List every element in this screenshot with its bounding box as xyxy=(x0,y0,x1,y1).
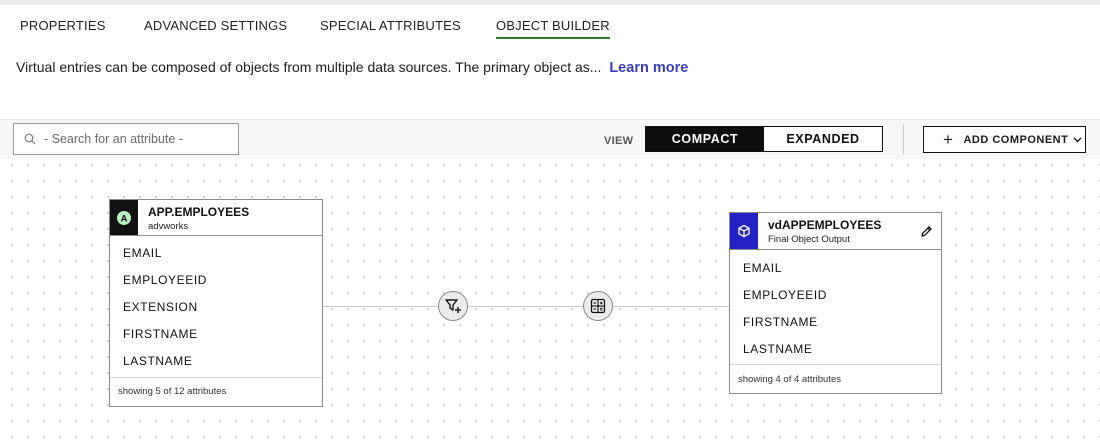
view-compact-button[interactable]: COMPACT xyxy=(646,127,764,151)
output-card-header: vdAPPEMPLOYEES Final Object Output xyxy=(730,213,941,250)
attribute-row[interactable]: EMAIL xyxy=(730,254,941,281)
source-badge: A xyxy=(110,200,138,235)
source-card-header: A APP.EMPLOYEES advworks xyxy=(110,200,322,236)
output-subtitle: Final Object Output xyxy=(768,234,850,245)
edit-button[interactable] xyxy=(911,213,941,249)
attribute-row[interactable]: EXTENSION xyxy=(110,293,322,320)
source-title: APP.EMPLOYEES xyxy=(148,205,250,219)
add-component-button[interactable]: + ADD COMPONENT xyxy=(923,126,1086,153)
source-badge-letter: A xyxy=(121,213,128,224)
connector-line xyxy=(613,306,729,307)
chevron-down-icon xyxy=(1073,137,1082,142)
attribute-row[interactable]: FIRSTNAME xyxy=(110,320,322,347)
attribute-row[interactable]: LASTNAME xyxy=(730,335,941,362)
attribute-row[interactable]: LASTNAME xyxy=(110,347,322,374)
attribute-row[interactable]: EMAIL xyxy=(110,239,322,266)
info-text: Virtual entries can be composed of objec… xyxy=(16,59,602,75)
search-icon xyxy=(24,133,36,145)
output-card-titles: vdAPPEMPLOYEES Final Object Output xyxy=(758,213,911,249)
tab-properties[interactable]: PROPERTIES xyxy=(20,18,106,33)
connector-line xyxy=(323,306,438,307)
plus-icon: + xyxy=(943,130,954,149)
tab-object-builder[interactable]: OBJECT BUILDER xyxy=(496,18,610,39)
tab-advanced-settings[interactable]: ADVANCED SETTINGS xyxy=(144,18,287,33)
info-description: Virtual entries can be composed of objec… xyxy=(16,59,688,76)
cube-icon xyxy=(738,224,750,238)
tab-special-attributes[interactable]: SPECIAL ATTRIBUTES xyxy=(320,18,461,33)
compute-node[interactable] xyxy=(583,291,613,321)
view-expanded-button[interactable]: EXPANDED xyxy=(764,127,882,151)
output-badge xyxy=(730,213,758,249)
attribute-row[interactable]: EMPLOYEEID xyxy=(730,281,941,308)
filter-node[interactable] xyxy=(438,291,468,321)
output-title: vdAPPEMPLOYEES xyxy=(768,218,882,232)
toolbar-divider xyxy=(903,124,904,154)
source-card-footer: showing 5 of 12 attributes xyxy=(110,377,322,405)
add-component-label: ADD COMPONENT xyxy=(963,133,1069,146)
calculator-icon xyxy=(590,298,606,314)
connector-line xyxy=(468,306,583,307)
source-card-titles: APP.EMPLOYEES advworks xyxy=(138,200,249,235)
view-toggle: COMPACT EXPANDED xyxy=(645,126,883,152)
learn-more-link[interactable]: Learn more xyxy=(609,60,688,76)
view-label: VIEW xyxy=(604,135,634,147)
attribute-row[interactable]: FIRSTNAME xyxy=(730,308,941,335)
top-strip xyxy=(0,0,1100,5)
source-subtitle: advworks xyxy=(148,221,189,232)
source-attribute-list: EMAIL EMPLOYEEID EXTENSION FIRSTNAME LAS… xyxy=(110,236,322,377)
output-attribute-list: EMAIL EMPLOYEEID FIRSTNAME LASTNAME xyxy=(730,250,941,364)
filter-add-icon xyxy=(445,299,461,313)
output-object-card[interactable]: vdAPPEMPLOYEES Final Object Output EMAIL… xyxy=(729,212,942,394)
pencil-icon xyxy=(920,225,932,237)
source-object-card[interactable]: A APP.EMPLOYEES advworks EMAIL EMPLOYEEI… xyxy=(109,199,323,407)
letter-a-icon: A xyxy=(117,210,131,225)
attribute-row[interactable]: EMPLOYEEID xyxy=(110,266,322,293)
output-card-footer: showing 4 of 4 attributes xyxy=(730,364,941,393)
attribute-search[interactable] xyxy=(13,123,239,155)
search-input[interactable] xyxy=(44,132,224,146)
